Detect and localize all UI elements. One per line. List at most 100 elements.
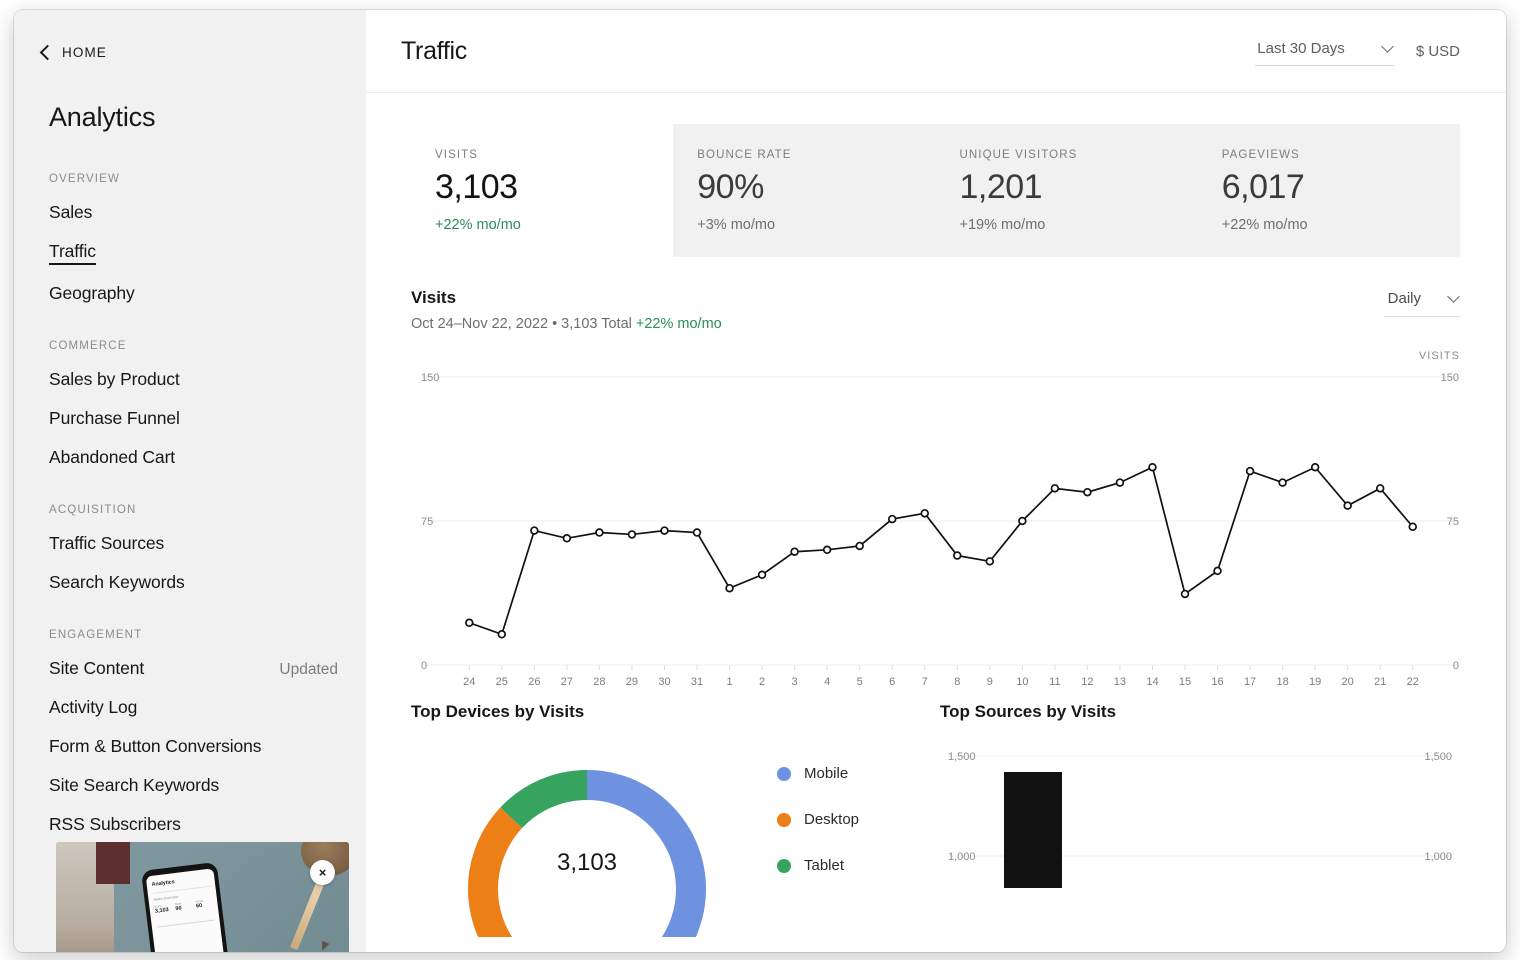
sidebar-item-abandoned-cart[interactable]: Abandoned Cart — [49, 447, 338, 468]
stat-card-visits[interactable]: VISITS3,103+22% mo/mo — [411, 124, 673, 257]
sidebar-item-site-search-keywords[interactable]: Site Search Keywords — [49, 775, 338, 796]
sidebar-item-badge: Updated — [279, 661, 338, 679]
sidebar-item-label: Search Keywords — [49, 572, 185, 593]
sidebar-item-form-button-conversions[interactable]: Form & Button Conversions — [49, 736, 338, 757]
svg-text:5: 5 — [857, 676, 863, 688]
donut-slice[interactable] — [483, 818, 537, 937]
svg-text:28: 28 — [593, 676, 605, 688]
stat-label: BOUNCE RATE — [697, 149, 935, 161]
sidebar-item-label: Geography — [49, 283, 135, 304]
legend-color-swatch — [777, 767, 791, 781]
stat-card-unique-visitors[interactable]: UNIQUE VISITORS1,201+19% mo/mo — [936, 124, 1198, 257]
top-bar: Traffic Last 30 Days $ USD — [366, 10, 1506, 93]
svg-text:24: 24 — [463, 676, 475, 688]
sidebar-item-label: Sales by Product — [49, 369, 180, 390]
sources-bar-svg[interactable]: 1,5001,0001,5001,000 — [940, 738, 1460, 888]
svg-text:29: 29 — [626, 676, 638, 688]
svg-text:1,500: 1,500 — [1424, 751, 1452, 763]
sidebar-item-traffic[interactable]: Traffic — [49, 241, 338, 265]
sidebar-group-label: COMMERCE — [49, 340, 338, 352]
home-back-link[interactable]: HOME — [42, 45, 107, 60]
svg-text:150: 150 — [1441, 372, 1459, 384]
sidebar-item-purchase-funnel[interactable]: Purchase Funnel — [49, 408, 338, 429]
sidebar-item-search-keywords[interactable]: Search Keywords — [49, 572, 338, 593]
sources-bar-area: 1,5001,0001,5001,000 — [940, 738, 1460, 888]
donut-slice[interactable] — [511, 785, 587, 818]
promo-banner[interactable]: Analytics Sales Overview Visits3,103 Rat… — [56, 842, 349, 952]
sidebar-item-traffic-sources[interactable]: Traffic Sources — [49, 533, 338, 554]
devices-chart-title: Top Devices by Visits — [411, 702, 862, 722]
svg-text:22: 22 — [1407, 676, 1419, 688]
content-area: VISITS3,103+22% mo/moBOUNCE RATE90%+3% m… — [366, 124, 1506, 903]
stat-label: PAGEVIEWS — [1222, 149, 1460, 161]
svg-text:9: 9 — [987, 676, 993, 688]
sidebar-item-rss-subscribers[interactable]: RSS Subscribers — [49, 814, 338, 835]
sidebar-nav: OVERVIEWSalesTrafficGeographyCOMMERCESal… — [42, 173, 338, 835]
main-content: Traffic Last 30 Days $ USD VISITS3,103+2… — [366, 10, 1506, 952]
sidebar-group-label: ENGAGEMENT — [49, 629, 338, 641]
svg-text:15: 15 — [1179, 676, 1191, 688]
sidebar-group: ACQUISITIONTraffic SourcesSearch Keyword… — [49, 504, 338, 593]
visits-chart-subtitle: Oct 24–Nov 22, 2022 • 3,103 Total +22% m… — [411, 316, 722, 332]
sidebar-item-label: Abandoned Cart — [49, 447, 175, 468]
svg-text:7: 7 — [922, 676, 928, 688]
sidebar-group: ENGAGEMENT Site ContentUpdated Activity Lo… — [49, 629, 338, 835]
visits-subtitle-range: Oct 24–Nov 22, 2022 • 3,103 Total — [411, 316, 636, 332]
top-bar-controls: Last 30 Days $ USD — [1255, 36, 1460, 66]
legend-label: Tablet — [804, 857, 844, 874]
chevron-left-icon — [40, 44, 56, 60]
promo-desk-accent — [96, 842, 130, 884]
stat-delta: +19% mo/mo — [960, 217, 1198, 233]
sidebar-item-sales-by-product[interactable]: Sales by Product — [49, 369, 338, 390]
visits-chart-block: Visits Oct 24–Nov 22, 2022 • 3,103 Total… — [411, 288, 1460, 665]
svg-text:Oct: Oct — [460, 694, 480, 695]
stat-value: 1,201 — [960, 168, 1198, 206]
stat-cards-row: VISITS3,103+22% mo/moBOUNCE RATE90%+3% m… — [411, 124, 1460, 257]
legend-item-mobile[interactable]: Mobile — [777, 765, 859, 782]
devices-chart-block: Top Devices by Visits 3,103 MobileDeskto… — [411, 702, 862, 903]
devices-legend: Mobile Desktop Tablet — [777, 765, 859, 903]
home-label: HOME — [62, 45, 107, 60]
sidebar: HOME Analytics OVERVIEWSalesTrafficGeogr… — [14, 10, 366, 952]
sidebar-group: COMMERCE Sales by Product Purchase Funnel A… — [49, 340, 338, 468]
sidebar-item-activity-log[interactable]: Activity Log — [49, 697, 338, 718]
promo-pencil-tip — [319, 941, 330, 952]
close-icon[interactable]: × — [310, 860, 335, 885]
sidebar-item-geography[interactable]: Geography — [49, 283, 338, 304]
svg-text:26: 26 — [528, 676, 540, 688]
sidebar-group: OVERVIEWSalesTrafficGeography — [49, 173, 338, 304]
stat-card-pageviews[interactable]: PAGEVIEWS6,017+22% mo/mo — [1198, 124, 1460, 257]
stat-delta: +22% mo/mo — [435, 217, 673, 233]
promo-phone-sparkline — [156, 912, 215, 928]
svg-text:20: 20 — [1342, 676, 1354, 688]
sources-chart-title: Top Sources by Visits — [940, 702, 1460, 722]
svg-text:0: 0 — [1453, 660, 1459, 672]
visits-chart-title: Visits — [411, 288, 722, 308]
legend-item-desktop[interactable]: Desktop — [777, 811, 859, 828]
devices-donut-svg[interactable] — [457, 737, 717, 937]
svg-text:0: 0 — [421, 660, 427, 672]
visits-plot: 1507501507502425262728293031123456789101… — [411, 365, 1460, 665]
panel-title: Analytics — [49, 102, 338, 133]
legend-item-tablet[interactable]: Tablet — [777, 857, 859, 874]
svg-text:1: 1 — [726, 676, 732, 688]
svg-text:3: 3 — [792, 676, 798, 688]
svg-text:1,000: 1,000 — [948, 851, 976, 863]
stat-card-bounce-rate[interactable]: BOUNCE RATE90%+3% mo/mo — [673, 124, 935, 257]
svg-text:8: 8 — [954, 676, 960, 688]
legend-label: Desktop — [804, 811, 859, 828]
chevron-down-icon — [1447, 290, 1460, 303]
svg-text:16: 16 — [1211, 676, 1223, 688]
bar[interactable] — [1004, 772, 1062, 888]
sidebar-item-sales[interactable]: Sales — [49, 202, 338, 223]
visits-subtitle-delta: +22% mo/mo — [636, 316, 722, 332]
chevron-down-icon — [1381, 40, 1394, 53]
svg-text:18: 18 — [1276, 676, 1288, 688]
currency-selector[interactable]: $ USD — [1416, 43, 1460, 60]
svg-text:14: 14 — [1146, 676, 1158, 688]
date-range-select[interactable]: Last 30 Days — [1255, 36, 1394, 66]
sidebar-item-site-content[interactable]: Site ContentUpdated — [49, 658, 338, 679]
granularity-select[interactable]: Daily — [1384, 288, 1460, 317]
visits-line-svg[interactable]: 1507501507502425262728293031123456789101… — [411, 365, 1471, 695]
sidebar-item-label: Form & Button Conversions — [49, 736, 261, 757]
